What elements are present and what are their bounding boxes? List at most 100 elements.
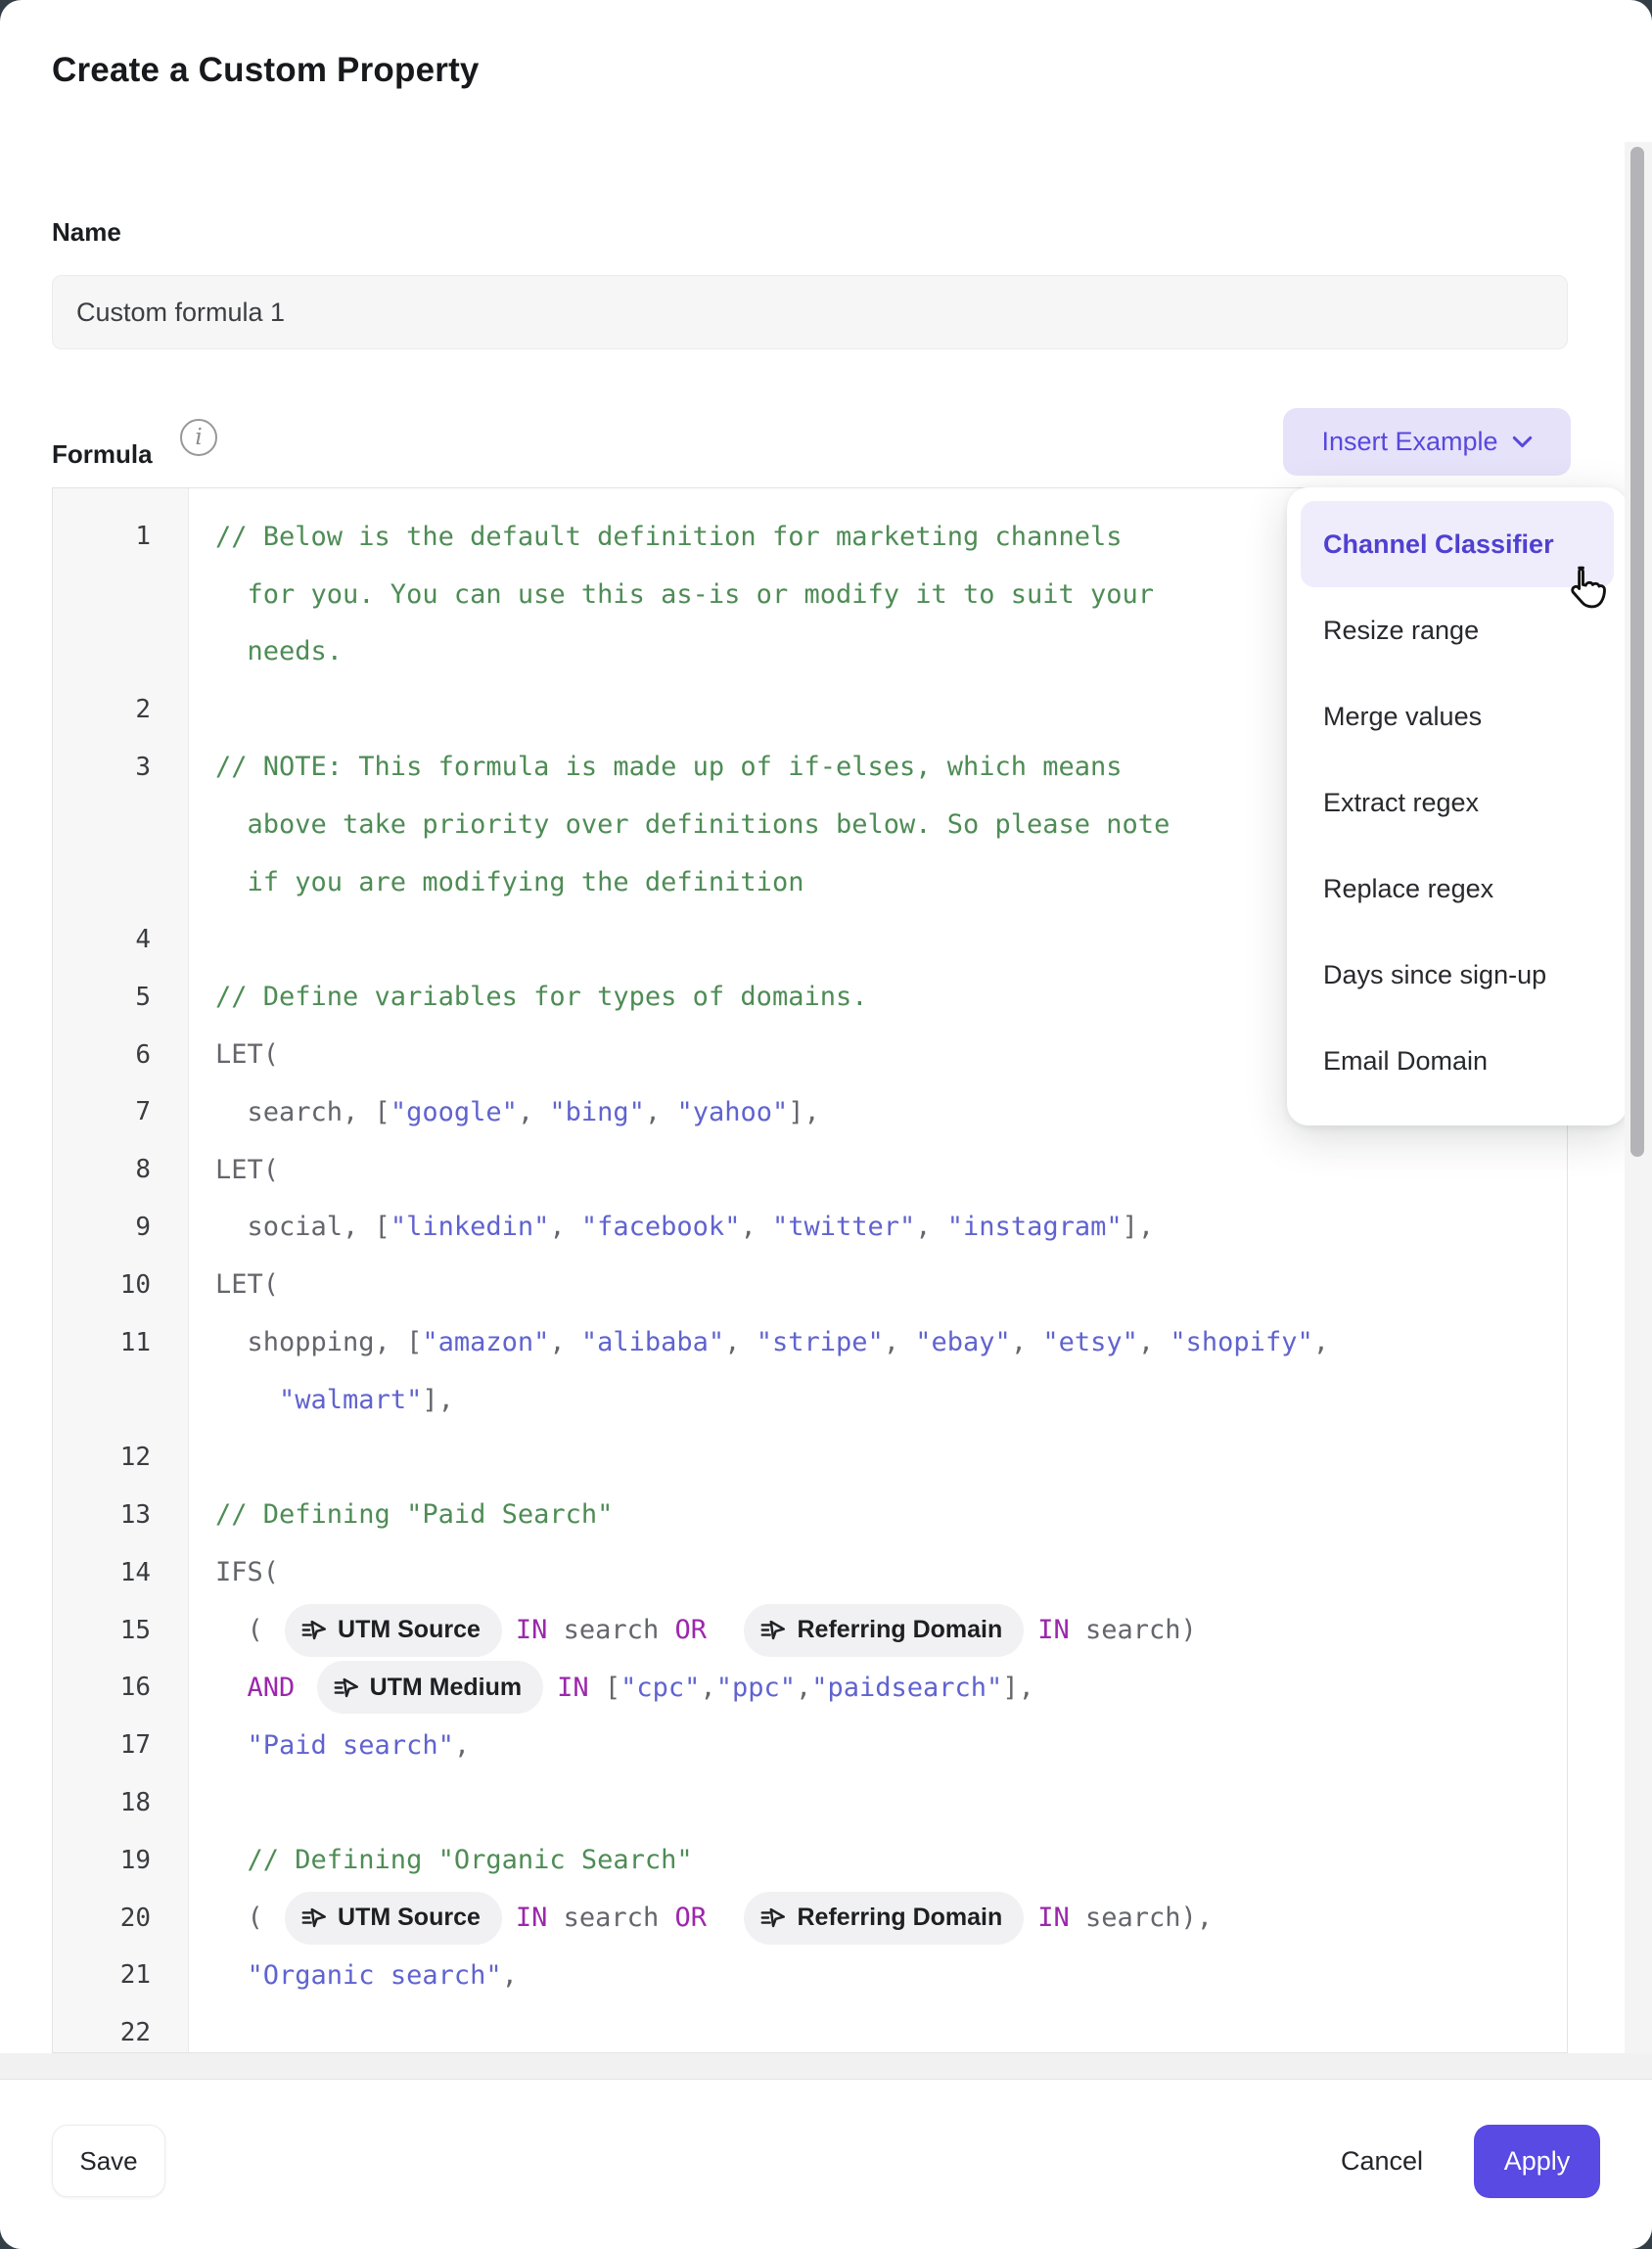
property-token-label: UTM Source xyxy=(338,1616,481,1644)
code-text: ], xyxy=(1123,1212,1155,1242)
code-string: "Organic search" xyxy=(248,1960,502,1991)
code-text: , xyxy=(724,1327,757,1357)
code-string: "ppc" xyxy=(716,1673,796,1703)
insert-example-button[interactable]: Insert Example xyxy=(1283,408,1571,476)
cancel-button[interactable]: Cancel xyxy=(1323,2125,1441,2197)
line-number: 20 xyxy=(53,1904,188,1933)
code-text: search xyxy=(547,1903,674,1933)
code-comment: // Below is the default definition for m… xyxy=(215,522,1123,552)
code-string: "paidsearch" xyxy=(811,1673,1002,1703)
property-token-label: UTM Source xyxy=(338,1904,481,1932)
scrollbar-thumb[interactable] xyxy=(1630,147,1644,1157)
info-circle-icon[interactable]: i xyxy=(180,419,217,456)
property-token-utm-source[interactable]: UTM Source xyxy=(285,1604,502,1657)
code-text: LET( xyxy=(215,1155,279,1185)
code-text xyxy=(215,1385,279,1415)
menu-item-merge-values[interactable]: Merge values xyxy=(1301,673,1614,759)
code-text: , xyxy=(700,1673,715,1703)
code-text: search) xyxy=(1070,1615,1197,1645)
code-row: 19 // Defining "Organic Search" xyxy=(53,1831,1568,1889)
code-keyword: IN xyxy=(1037,1615,1070,1645)
menu-item-days-since-sign-up[interactable]: Days since sign-up xyxy=(1301,932,1614,1018)
property-token-utm-source[interactable]: UTM Source xyxy=(285,1892,502,1945)
menu-item-email-domain[interactable]: Email Domain xyxy=(1301,1018,1614,1104)
line-number: 12 xyxy=(53,1443,188,1472)
save-button[interactable]: Save xyxy=(52,2125,165,2197)
formula-label: Formula xyxy=(52,439,153,470)
line-number: 14 xyxy=(53,1558,188,1587)
code-row: 10LET( xyxy=(53,1256,1568,1313)
code-text: LET( xyxy=(215,1269,279,1300)
code-row: 13// Defining "Paid Search" xyxy=(53,1487,1568,1544)
code-row: 8LET( xyxy=(53,1141,1568,1199)
page-title: Create a Custom Property xyxy=(52,51,480,90)
code-row: 12 xyxy=(53,1429,1568,1487)
line-number: 2 xyxy=(53,695,188,724)
line-number: 6 xyxy=(53,1040,188,1070)
code-string: "shopify" xyxy=(1170,1327,1312,1357)
code-text: , xyxy=(454,1730,470,1761)
code-text: , xyxy=(1138,1327,1170,1357)
line-number: 1 xyxy=(53,522,188,551)
line-number: 21 xyxy=(53,1960,188,1990)
property-token-referring-domain[interactable]: Referring Domain xyxy=(744,1892,1024,1945)
code-string: "facebook" xyxy=(581,1212,741,1242)
menu-item-extract-regex[interactable]: Extract regex xyxy=(1301,759,1614,846)
code-row: "walmart"], xyxy=(53,1371,1568,1429)
menu-item-replace-regex[interactable]: Replace regex xyxy=(1301,846,1614,932)
code-text: , xyxy=(1011,1327,1043,1357)
code-text xyxy=(295,1673,310,1703)
line-number: 17 xyxy=(53,1730,188,1760)
code-comment: needs. xyxy=(215,636,343,666)
property-token-icon xyxy=(300,1905,327,1931)
code-row: 17 "Paid search", xyxy=(53,1717,1568,1774)
code-text: , xyxy=(915,1212,947,1242)
code-keyword: IN xyxy=(516,1615,548,1645)
code-comment: // Define variables for types of domains… xyxy=(215,982,867,1012)
code-string: "twitter" xyxy=(772,1212,915,1242)
code-row: 11 shopping, ["amazon", "alibaba", "stri… xyxy=(53,1313,1568,1371)
code-text: , xyxy=(796,1673,811,1703)
name-input[interactable] xyxy=(52,275,1568,349)
code-row: 18 xyxy=(53,1774,1568,1832)
code-row: 20 ( UTM SourceIN search OR Referring Do… xyxy=(53,1889,1568,1947)
line-number: 22 xyxy=(53,2018,188,2047)
property-token-utm-medium[interactable]: UTM Medium xyxy=(317,1661,544,1714)
code-text: , xyxy=(549,1212,581,1242)
code-string: "ebay" xyxy=(915,1327,1011,1357)
code-text: [ xyxy=(589,1673,621,1703)
code-string: "alibaba" xyxy=(581,1327,724,1357)
code-string: "yahoo" xyxy=(676,1097,788,1127)
code-row: 15 ( UTM SourceIN search OR Referring Do… xyxy=(53,1601,1568,1659)
line-number: 13 xyxy=(53,1500,188,1530)
code-string: "cpc" xyxy=(620,1673,700,1703)
code-row: 22 xyxy=(53,2004,1568,2053)
line-number: 5 xyxy=(53,983,188,1012)
apply-button[interactable]: Apply xyxy=(1474,2125,1600,2198)
code-text: , xyxy=(502,1960,518,1991)
property-token-referring-domain[interactable]: Referring Domain xyxy=(744,1604,1024,1657)
code-keyword: OR xyxy=(674,1903,707,1933)
property-token-label: UTM Medium xyxy=(370,1674,523,1702)
code-text xyxy=(215,1730,248,1761)
code-string: "google" xyxy=(390,1097,518,1127)
property-token-icon xyxy=(759,1617,786,1643)
code-string: "walmart" xyxy=(279,1385,422,1415)
code-text: search), xyxy=(1070,1903,1213,1933)
line-number: 19 xyxy=(53,1846,188,1875)
code-text: , xyxy=(740,1212,772,1242)
code-string: "amazon" xyxy=(422,1327,549,1357)
code-text: ], xyxy=(422,1385,454,1415)
line-number: 3 xyxy=(53,753,188,782)
screen-backdrop: Create a Custom Property Name Formula i … xyxy=(0,0,1652,2249)
code-text: LET( xyxy=(215,1039,279,1070)
code-string: "etsy" xyxy=(1042,1327,1138,1357)
code-string: "instagram" xyxy=(947,1212,1123,1242)
property-token-label: Referring Domain xyxy=(797,1616,1002,1644)
code-row: 9 social, ["linkedin", "facebook", "twit… xyxy=(53,1199,1568,1257)
code-string: "linkedin" xyxy=(390,1212,550,1242)
code-text xyxy=(215,1960,248,1991)
code-text: , xyxy=(518,1097,550,1127)
code-text: ], xyxy=(1002,1673,1034,1703)
code-text: IFS( xyxy=(215,1557,279,1587)
